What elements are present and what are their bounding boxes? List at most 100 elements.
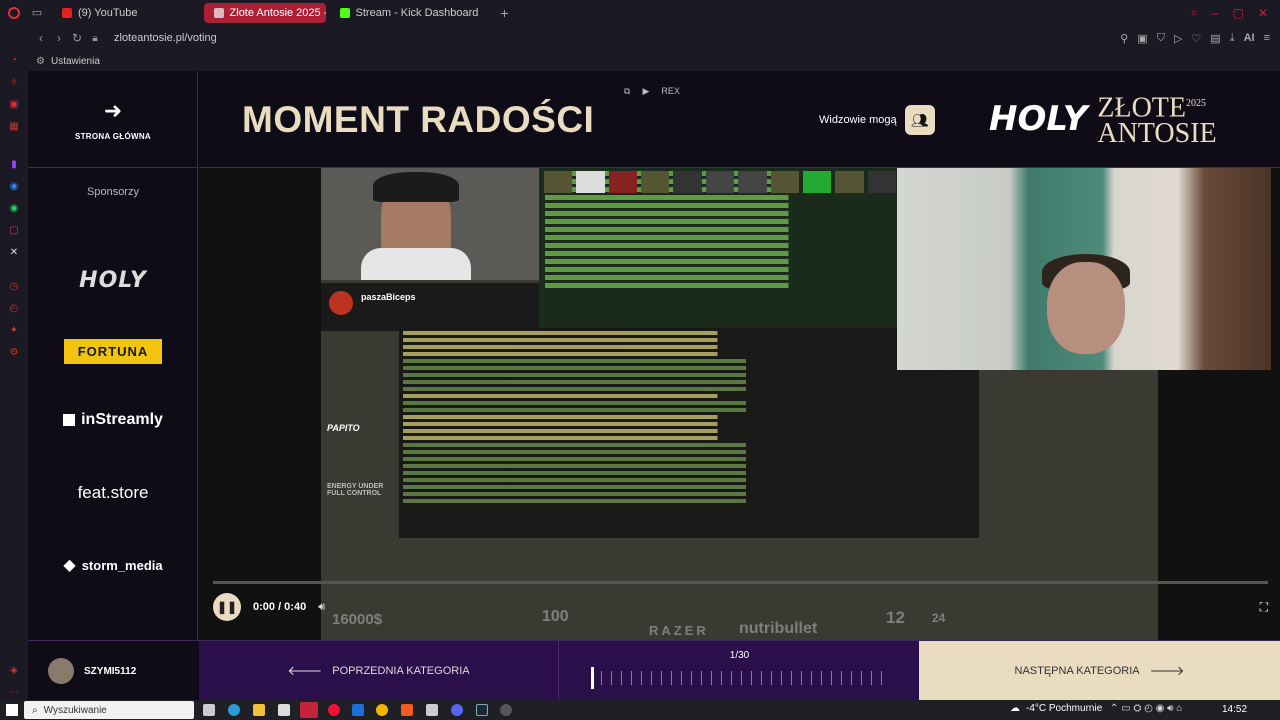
facecam-room xyxy=(897,168,1271,370)
shield-icon[interactable]: ⛉ xyxy=(1157,32,1165,45)
arrow-left-icon: 🡐 xyxy=(287,663,323,678)
video-player[interactable]: paszaBiceps PAPITO ENERGY UNDER FULL CON… xyxy=(199,168,1280,640)
kick-icon xyxy=(339,7,350,18)
instagram-icon[interactable]: ▢ xyxy=(8,225,20,237)
back-icon[interactable]: ‹ xyxy=(32,31,50,45)
category-counter: 1/30 xyxy=(729,650,750,661)
brave-icon[interactable] xyxy=(401,704,413,716)
extensions-icon[interactable]: ✦ xyxy=(8,325,20,337)
play-small-icon[interactable]: ▶ xyxy=(642,86,649,97)
fullscreen-icon[interactable]: ⛶ xyxy=(1260,600,1268,615)
zlote-antosie-icon xyxy=(213,7,224,18)
windows-start-icon[interactable] xyxy=(6,704,18,716)
download-icon[interactable]: ⤓ xyxy=(1230,32,1235,45)
windows-taskbar: ⌕ Wyszukiwanie ☁ -4°C Pochmurnie ⌃ ▭ ⛭ ◴… xyxy=(0,700,1280,720)
gx-icon[interactable]: ◈ xyxy=(8,665,20,677)
user-profile[interactable]: SZYMI5112 xyxy=(28,641,198,700)
settings-icon[interactable]: ⚙ xyxy=(8,347,20,359)
tab-youtube[interactable]: (9) YouTube xyxy=(52,3,148,23)
next-category-button[interactable]: NASTĘPNA KATEGORIA 🡒 xyxy=(919,641,1280,700)
volume-icon[interactable]: 🔊︎ xyxy=(318,601,325,614)
previous-category-button[interactable]: 🡐 POPRZEDNIA KATEGORIA xyxy=(199,641,558,700)
forward-icon[interactable]: › xyxy=(50,31,68,45)
category-slider[interactable]: 1/30 xyxy=(558,641,919,700)
wallet-icon[interactable]: ▤ xyxy=(1210,32,1220,45)
more-icon[interactable]: ⋯ xyxy=(8,687,20,699)
minimize-button[interactable]: – xyxy=(1212,6,1219,20)
storm-logo-icon: ◆ xyxy=(63,557,76,574)
opera-gx-icon[interactable] xyxy=(328,704,340,716)
lock-icon: 🔒︎ xyxy=(92,32,98,44)
history-icon[interactable]: ◴ xyxy=(8,303,20,315)
steam-icon[interactable] xyxy=(476,704,488,716)
messenger-chat-icon[interactable]: ◉ xyxy=(8,181,20,193)
opera-logo-icon[interactable] xyxy=(0,0,28,25)
sponsor-instreamly[interactable]: inStreamly xyxy=(28,411,198,429)
player-avatars-row xyxy=(544,171,896,193)
obs-icon[interactable] xyxy=(426,704,438,716)
popout-icon[interactable]: ⧉ xyxy=(624,86,630,97)
search-tabs-icon[interactable]: ⌕ xyxy=(1191,5,1198,20)
opera-taskbar-icon[interactable] xyxy=(300,702,318,718)
address-bar: ‹ › ↻ 🔒︎ zloteantosie.pl/voting ⚲ ▣ ⛉ ▷ … xyxy=(0,25,1280,51)
messenger-icon[interactable]: ✧ xyxy=(8,77,20,89)
player-icon[interactable]: ◷ xyxy=(8,281,20,293)
video-progress-bar[interactable] xyxy=(213,581,1268,584)
system-tray-icons[interactable]: ⌃ ▭ ⛭ ◴ ◉ 🔊︎ ⌂ xyxy=(1110,703,1182,714)
weather-widget[interactable]: ☁ -4°C Pochmurnie xyxy=(1010,703,1102,714)
sponsor-holy[interactable]: HOLY xyxy=(28,268,198,293)
search-icon: ⌕ xyxy=(32,704,38,716)
bookmark-settings[interactable]: Ustawienia xyxy=(51,56,100,67)
streamer-scoreboard: paszaBiceps xyxy=(321,283,539,331)
pin-icon[interactable]: ⚲ xyxy=(1120,32,1128,45)
tab-sidebar-icon[interactable]: ▭ xyxy=(28,6,46,19)
brand-logo: HOLY ZŁOTE2025 ANTOSIE xyxy=(989,91,1217,150)
aria-ai-button[interactable]: AI xyxy=(1244,32,1255,44)
close-button[interactable]: ✕ xyxy=(1258,6,1268,20)
new-tab-button[interactable]: + xyxy=(492,5,516,21)
left-column: ➜ STRONA GŁÓWNA Sponsorzy HOLY FORTUNA i… xyxy=(28,71,198,640)
arrow-left-icon: ➜ xyxy=(103,97,123,123)
wallet-icon[interactable]: ▣ xyxy=(8,99,20,111)
category-slider-handle[interactable] xyxy=(591,667,594,689)
whatsapp-icon[interactable]: ◉ xyxy=(8,203,20,215)
store-icon[interactable] xyxy=(278,704,290,716)
reload-icon[interactable]: ↻ xyxy=(68,31,86,45)
workspace-icon[interactable]: ▦ xyxy=(8,121,20,133)
people-icon[interactable]: 👥︎ xyxy=(904,105,935,135)
url-field[interactable]: zloteantosie.pl/voting xyxy=(114,32,217,44)
bottom-bar: SZYMI5112 🡐 POPRZEDNIA KATEGORIA 1/30 NA… xyxy=(28,640,1280,700)
snapshot-icon[interactable]: ▣ xyxy=(1137,32,1147,45)
file-explorer-icon[interactable] xyxy=(253,704,265,716)
home-button[interactable]: ➜ STRONA GŁÓWNA xyxy=(28,71,198,168)
hud-brand-nutribullet: nutribullet xyxy=(739,620,818,637)
bookmarks-bar: ⚙ Ustawienia xyxy=(28,51,1280,71)
maximize-button[interactable]: ▢ xyxy=(1233,6,1244,20)
tab-kick-dashboard[interactable]: Stream - Kick Dashboard xyxy=(330,3,489,23)
sponsor-feat-store[interactable]: feat.store xyxy=(28,483,198,503)
sponsor-fortuna[interactable]: FORTUNA xyxy=(28,339,198,364)
rex-button[interactable]: REX xyxy=(661,86,680,97)
zlote-antosie-logo: ZŁOTE2025 ANTOSIE xyxy=(1097,92,1217,150)
gear-icon: ⚙ xyxy=(36,55,45,67)
edge-icon[interactable] xyxy=(228,704,240,716)
app-icon[interactable] xyxy=(500,704,512,716)
heart-icon[interactable]: ♡ xyxy=(1191,32,1201,45)
outlook-icon[interactable] xyxy=(352,704,364,716)
streamer-name: paszaBiceps xyxy=(361,292,416,302)
twitch-icon[interactable]: ▮ xyxy=(8,159,20,171)
tab-zlote-antosie[interactable]: Złote Antosie 2025 - Najw xyxy=(203,2,326,23)
taskbar-search[interactable]: ⌕ Wyszukiwanie xyxy=(24,701,194,719)
play-icon[interactable]: ▷ xyxy=(1174,32,1182,45)
x-icon[interactable]: ✕ xyxy=(8,247,20,259)
chrome-icon[interactable] xyxy=(376,704,388,716)
sponsors-title: Sponsorzy xyxy=(87,186,139,198)
task-view-icon[interactable] xyxy=(203,704,215,716)
instreamly-logo-icon xyxy=(63,414,76,426)
pause-button[interactable]: ❚❚ xyxy=(213,593,241,621)
taskbar-clock[interactable]: 14:52 xyxy=(1222,704,1247,715)
aria-icon[interactable]: ◔ xyxy=(8,55,20,67)
discord-icon[interactable] xyxy=(451,704,463,716)
menu-icon[interactable]: ≡ xyxy=(1264,32,1270,44)
sponsor-storm-media[interactable]: ◆ storm_media xyxy=(28,555,198,575)
